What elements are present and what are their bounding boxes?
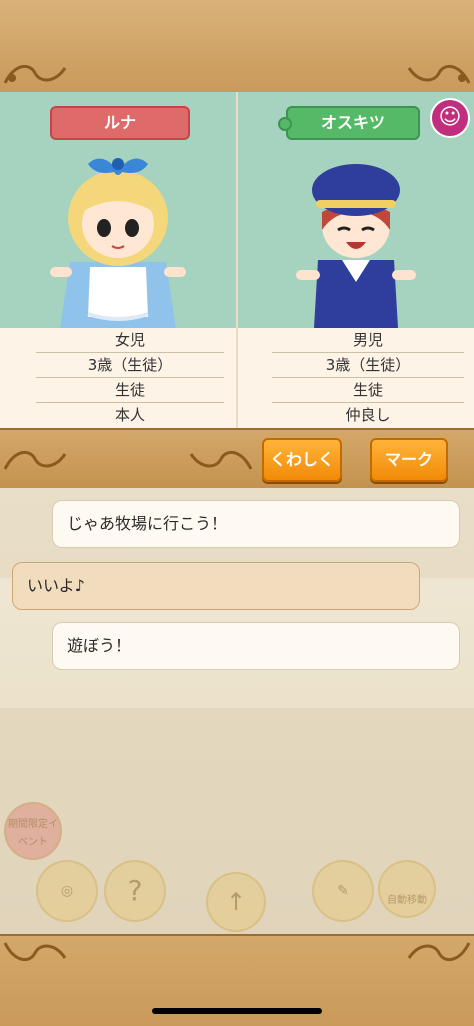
character-panel-osukitsu[interactable]: オスキツ ☺ xyxy=(238,92,474,328)
name-tag-left: ルナ xyxy=(50,106,190,140)
profile-table: 女児 3歳（生徒） 生徒 本人 男児 3歳（生徒） 生徒 仲良し xyxy=(0,328,474,428)
smile-icon[interactable]: ☺ xyxy=(430,98,470,138)
corner-ornament-icon xyxy=(189,450,253,470)
home-indicator[interactable] xyxy=(152,1008,322,1014)
character-panel-luna[interactable]: ルナ xyxy=(0,92,238,328)
gender-cell: 男児 xyxy=(272,328,464,353)
chat-icon[interactable]: ✎ xyxy=(312,860,374,922)
corner-ornament-icon xyxy=(3,450,67,470)
corner-ornament-icon xyxy=(407,64,471,84)
name-tag-right: オスキツ xyxy=(278,106,420,140)
corner-ornament-icon xyxy=(3,942,67,962)
corner-ornament-icon xyxy=(407,942,471,962)
help-icon[interactable]: ? xyxy=(104,860,166,922)
age-cell: 3歳（生徒） xyxy=(272,353,464,378)
chat-bubble: じゃあ牧場に行こう！ xyxy=(52,500,460,548)
gender-cell: 女児 xyxy=(36,328,224,353)
game-scene: 期間限定イベント ◎ ? ↑ ✎ 自動移動 xyxy=(0,488,474,934)
profile-column-left: 女児 3歳（生徒） 生徒 本人 xyxy=(0,328,238,428)
map-icon[interactable]: ◎ xyxy=(36,860,98,922)
relation-cell: 本人 xyxy=(114,406,145,424)
chat-bubble: いいよ♪ xyxy=(12,562,420,610)
limited-event-button[interactable]: 期間限定イベント xyxy=(4,802,62,860)
up-arrow-icon[interactable]: ↑ xyxy=(206,872,266,932)
girl-avatar-icon xyxy=(50,158,186,328)
auto-move-button[interactable]: 自動移動 xyxy=(378,860,436,918)
top-frame xyxy=(0,0,474,94)
role-cell: 生徒 xyxy=(272,378,464,403)
relation-cell: 仲良し xyxy=(345,406,391,424)
boy-avatar-icon xyxy=(296,164,416,328)
profile-column-right: 男児 3歳（生徒） 生徒 仲良し xyxy=(238,328,474,428)
detail-button[interactable]: くわしく xyxy=(262,438,342,482)
character-panels: ルナ オスキツ ☺ xyxy=(0,92,474,328)
corner-ornament-icon xyxy=(3,64,67,84)
mark-button[interactable]: マーク xyxy=(370,438,448,482)
chat-bubble: 遊ぼう！ xyxy=(52,622,460,670)
action-bar: くわしく マーク xyxy=(0,428,474,490)
role-cell: 生徒 xyxy=(36,378,224,403)
age-cell: 3歳（生徒） xyxy=(36,353,224,378)
